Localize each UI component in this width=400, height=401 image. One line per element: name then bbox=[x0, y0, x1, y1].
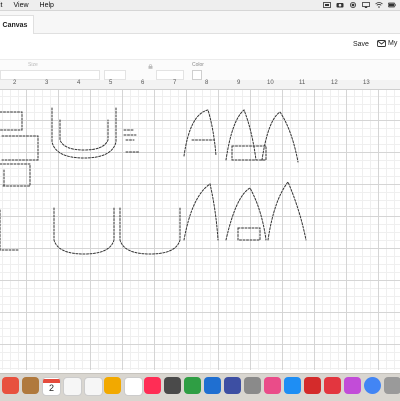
my-projects-label: My bbox=[388, 40, 398, 47]
ruler-label: 3 bbox=[45, 80, 49, 86]
dock-acrobat-icon[interactable] bbox=[304, 377, 321, 394]
ruler-label: 12 bbox=[331, 80, 338, 86]
camera-icon[interactable] bbox=[336, 2, 344, 8]
small-mark-shapes[interactable] bbox=[123, 129, 141, 153]
ruler-label: 10 bbox=[267, 80, 274, 86]
dock-app-blue-icon[interactable] bbox=[224, 377, 241, 394]
save-button[interactable]: Save bbox=[353, 41, 369, 48]
dock-color-wheel-icon[interactable] bbox=[124, 377, 143, 396]
dock-keynote-icon[interactable] bbox=[204, 377, 221, 394]
letter-shape-u-bottom[interactable] bbox=[53, 207, 181, 255]
letter-shape-left[interactable] bbox=[0, 111, 39, 251]
letter-shape-u-top[interactable] bbox=[51, 107, 117, 159]
ruler-label: 11 bbox=[299, 80, 306, 86]
record-icon[interactable] bbox=[349, 2, 357, 8]
tab-strip: Canvas bbox=[0, 11, 400, 34]
dock-reminders-icon[interactable] bbox=[63, 377, 82, 396]
dock-creative-cloud-icon[interactable] bbox=[324, 377, 341, 394]
ruler-label: 5 bbox=[109, 80, 113, 86]
ruler-label: 13 bbox=[363, 80, 370, 86]
menu-view[interactable]: View bbox=[14, 2, 29, 9]
dock-app-store-icon[interactable] bbox=[284, 377, 301, 394]
color-label: Color bbox=[192, 62, 204, 68]
dock-photos-icon[interactable] bbox=[104, 377, 121, 394]
menu-help[interactable]: Help bbox=[40, 2, 54, 9]
dock-app-last-icon[interactable] bbox=[384, 377, 400, 394]
x-field[interactable] bbox=[156, 70, 184, 80]
screen-mirror-icon[interactable] bbox=[323, 2, 331, 8]
property-toolbar: Size Color bbox=[0, 59, 400, 81]
design-canvas[interactable] bbox=[0, 90, 400, 370]
menu-edit[interactable]: it bbox=[0, 2, 3, 9]
battery-icon[interactable] bbox=[388, 2, 396, 8]
dock-chrome-icon[interactable] bbox=[364, 377, 381, 394]
lock-icon[interactable] bbox=[148, 64, 153, 69]
dock-app-pink-icon[interactable] bbox=[344, 377, 361, 394]
letter-shape-arch-6[interactable] bbox=[267, 181, 307, 241]
dock: 2 bbox=[0, 373, 400, 401]
w-field[interactable] bbox=[0, 70, 100, 80]
dock-app-gray-icon[interactable] bbox=[244, 377, 261, 394]
editor-header: Save My bbox=[0, 34, 400, 58]
ruler-label: 9 bbox=[237, 80, 241, 86]
tab-canvas[interactable]: Canvas bbox=[0, 15, 34, 34]
canvas-artwork[interactable] bbox=[0, 90, 400, 370]
my-projects-button[interactable]: My bbox=[377, 40, 397, 47]
letter-shape-arch-5[interactable] bbox=[225, 187, 267, 241]
color-swatch[interactable] bbox=[192, 70, 202, 80]
airplay-icon[interactable] bbox=[362, 2, 370, 8]
calendar-day: 2 bbox=[48, 383, 54, 393]
dock-textedit-icon[interactable] bbox=[84, 377, 103, 396]
size-label: Size bbox=[28, 62, 38, 68]
ruler-label: 7 bbox=[173, 80, 177, 86]
ruler-label: 2 bbox=[13, 80, 17, 86]
status-area bbox=[323, 0, 396, 10]
letter-shape-arch-4[interactable] bbox=[183, 183, 219, 241]
dock-ios-app-icon[interactable] bbox=[164, 377, 181, 394]
dock-app-1-icon[interactable] bbox=[2, 377, 19, 394]
dock-notes-icon[interactable] bbox=[22, 377, 39, 394]
ruler-label: 6 bbox=[141, 80, 145, 86]
dock-itunes-icon[interactable] bbox=[264, 377, 281, 394]
dock-music-app-icon[interactable] bbox=[144, 377, 161, 394]
dock-calendar-icon[interactable]: 2 bbox=[42, 377, 61, 396]
letter-shape-arch-2[interactable] bbox=[225, 109, 267, 161]
h-field[interactable] bbox=[104, 70, 126, 80]
letter-shape-arch-3[interactable] bbox=[261, 111, 299, 163]
envelope-icon bbox=[377, 40, 386, 47]
top-ruler: 2 3 4 5 6 7 8 9 10 11 12 13 bbox=[0, 80, 400, 90]
ruler-label: 8 bbox=[205, 80, 209, 86]
ruler-label: 4 bbox=[77, 80, 81, 86]
letter-shape-arch-1[interactable] bbox=[183, 109, 217, 157]
dock-numbers-icon[interactable] bbox=[184, 377, 201, 394]
wifi-icon[interactable] bbox=[375, 2, 383, 8]
menu-bar: it View Help bbox=[0, 0, 400, 11]
